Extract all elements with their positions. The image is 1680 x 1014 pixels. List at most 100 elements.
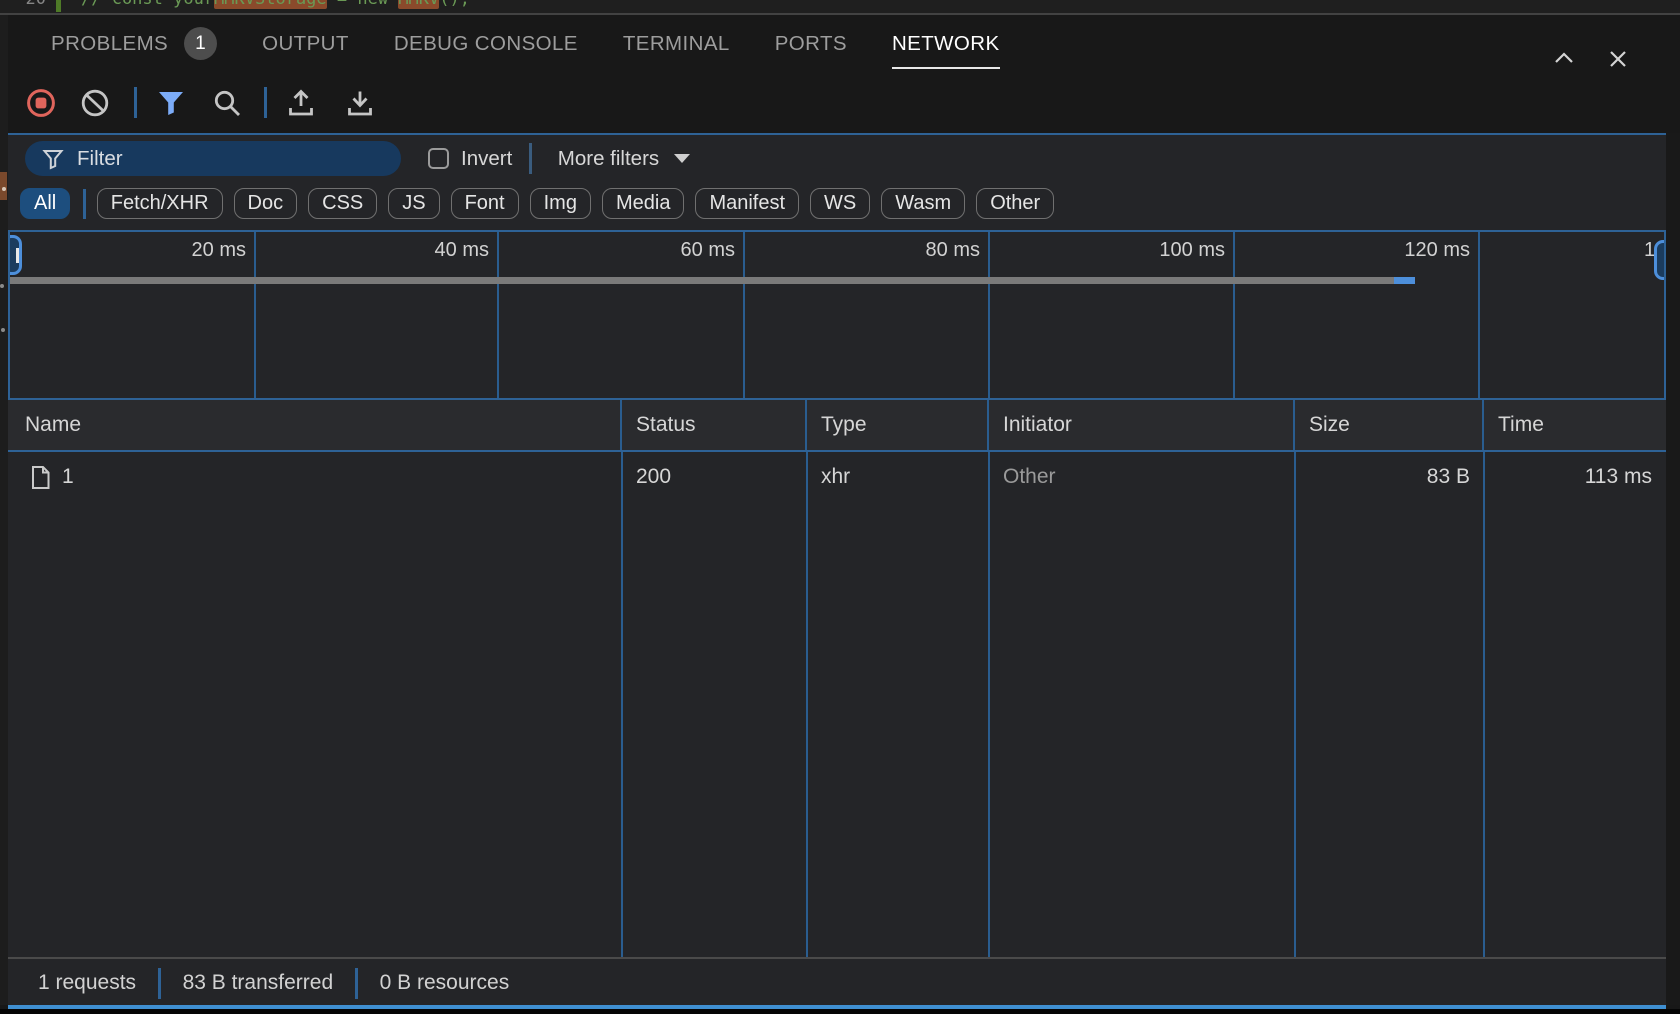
chip-js[interactable]: JS — [388, 188, 439, 219]
tab-network-label: NETWORK — [892, 32, 1000, 56]
filter-input-placeholder: Filter — [77, 147, 123, 171]
record-network-log-button[interactable] — [26, 88, 56, 118]
more-filters-label: More filters — [558, 147, 659, 171]
chip-media[interactable]: Media — [602, 188, 684, 219]
document-icon — [30, 465, 51, 490]
invert-checkbox[interactable] — [428, 148, 449, 169]
chip-doc[interactable]: Doc — [234, 188, 298, 219]
more-filters-dropdown[interactable]: More filters — [558, 147, 690, 171]
code-line: 20// const yourMMKVStorage = new MMKV(); — [0, 0, 470, 12]
tab-output[interactable]: OUTPUT — [262, 15, 349, 72]
editor-code-sliver: 20// const yourMMKVStorage = new MMKV(); — [0, 0, 1680, 13]
chip-other[interactable]: Other — [976, 188, 1054, 219]
transferred-size: 83 B transferred — [183, 971, 334, 995]
requests-table-header: Name Status Type Initiator Size Time — [8, 400, 1666, 452]
overview-window-handle-left[interactable] — [8, 235, 22, 275]
chip-img[interactable]: Img — [530, 188, 591, 219]
timeline-gridline — [743, 232, 745, 398]
summary-separator — [355, 968, 358, 999]
tab-terminal-label: TERMINAL — [623, 32, 730, 56]
request-waterfall-bar-download — [1394, 277, 1415, 284]
tab-output-label: OUTPUT — [262, 32, 349, 56]
timeline-gridline — [497, 232, 499, 398]
record-stop-icon — [26, 88, 56, 118]
column-divider[interactable] — [1483, 452, 1485, 957]
panel-tabbar: PROBLEMS 1 OUTPUT DEBUG CONSOLE TERMINAL… — [0, 15, 1680, 72]
tab-debug-console[interactable]: DEBUG CONSOLE — [394, 15, 578, 72]
handle-grip — [16, 248, 19, 263]
timeline-gridline — [1478, 232, 1480, 398]
decoration-dot — [0, 284, 4, 288]
search-highlight: MMKVStorage — [214, 0, 327, 9]
chip-wasm[interactable]: Wasm — [881, 188, 965, 219]
chip-manifest[interactable]: Manifest — [695, 188, 799, 219]
column-divider[interactable] — [621, 452, 623, 957]
clear-block-icon — [80, 88, 110, 118]
filter-toggle-button[interactable] — [156, 88, 186, 118]
left-editor-sliver — [0, 15, 8, 1005]
filter-input[interactable]: Filter — [25, 141, 401, 176]
filter-funnel-icon — [156, 88, 186, 118]
request-size-cell: 83 B — [1295, 452, 1484, 502]
resources-size: 0 B resources — [380, 971, 510, 995]
request-row[interactable]: 1 200 xhr Other 83 B 113 ms — [8, 452, 1666, 502]
timeline-tick-label: 40 ms — [339, 239, 489, 262]
decoration-dot — [1, 328, 5, 332]
clear-network-log-button[interactable] — [80, 88, 110, 118]
column-header-size[interactable]: Size — [1295, 400, 1484, 450]
request-status-cell: 200 — [622, 452, 807, 502]
column-header-name[interactable]: Name — [8, 400, 622, 450]
column-header-time[interactable]: Time — [1484, 400, 1666, 450]
column-header-type[interactable]: Type — [807, 400, 989, 450]
download-icon — [345, 88, 375, 118]
chip-fetch-xhr[interactable]: Fetch/XHR — [97, 188, 223, 219]
request-name-cell: 1 — [8, 452, 622, 502]
import-har-button[interactable] — [286, 88, 316, 118]
search-network-button[interactable] — [212, 88, 242, 118]
maximize-panel-button[interactable] — [1550, 45, 1578, 73]
tab-terminal[interactable]: TERMINAL — [623, 15, 730, 72]
timeline-tick-label: 60 ms — [585, 239, 735, 262]
tab-network[interactable]: NETWORK — [892, 15, 1000, 72]
timeline-gridline — [988, 232, 990, 398]
column-header-initiator[interactable]: Initiator — [989, 400, 1295, 450]
chip-ws[interactable]: WS — [810, 188, 870, 219]
timeline-tick-label: 100 ms — [1075, 239, 1225, 262]
column-divider[interactable] — [1294, 452, 1296, 957]
requests-table-body: 1 200 xhr Other 83 B 113 ms — [8, 452, 1666, 957]
search-icon — [212, 88, 242, 118]
column-divider[interactable] — [988, 452, 990, 957]
tab-problems[interactable]: PROBLEMS 1 — [51, 15, 217, 72]
problems-count-badge: 1 — [184, 27, 217, 60]
close-icon — [1605, 46, 1631, 72]
chip-all[interactable]: All — [20, 188, 70, 219]
code-comment-segment: (); — [439, 0, 470, 9]
network-summary-bar: 1 requests 83 B transferred 0 B resource… — [8, 957, 1666, 1007]
code-comment-segment: = new — [327, 0, 399, 9]
chip-font[interactable]: Font — [451, 188, 519, 219]
window-bottom-edge — [0, 1009, 1680, 1014]
modified-gutter-indicator — [56, 0, 61, 12]
request-time-cell: 113 ms — [1484, 452, 1666, 502]
right-edge-strip — [1666, 133, 1680, 1005]
resource-type-filter-row: All Fetch/XHR Doc CSS JS Font Img Media … — [8, 180, 1666, 227]
export-har-button[interactable] — [345, 88, 375, 118]
invert-label: Invert — [461, 147, 512, 171]
filter-row-separator — [529, 143, 532, 174]
timeline-gridline — [254, 232, 256, 398]
column-divider[interactable] — [806, 452, 808, 957]
toolbar-separator — [264, 87, 267, 118]
close-panel-button[interactable] — [1604, 45, 1632, 73]
tab-debug-console-label: DEBUG CONSOLE — [394, 32, 578, 56]
timeline-tick-label: 20 ms — [96, 239, 246, 262]
chip-css[interactable]: CSS — [308, 188, 377, 219]
tab-ports[interactable]: PORTS — [775, 15, 847, 72]
column-header-status[interactable]: Status — [622, 400, 807, 450]
filter-funnel-small-icon — [42, 148, 64, 170]
chips-separator — [83, 189, 86, 219]
request-type-cell: xhr — [807, 452, 989, 502]
network-overview-timeline[interactable]: 20 ms 40 ms 60 ms 80 ms 100 ms 120 ms 1 — [8, 230, 1666, 400]
overview-window-handle-right[interactable] — [1654, 240, 1666, 280]
minimap-highlight-decoration — [0, 172, 7, 200]
decoration-dot — [2, 187, 6, 191]
